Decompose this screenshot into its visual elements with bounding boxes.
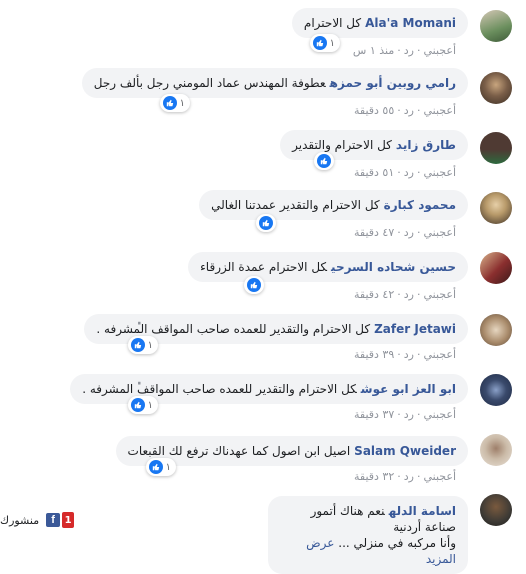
comment-meta: أعجبني·رد·٤٢ دقيقة xyxy=(353,288,456,301)
like-link[interactable]: أعجبني xyxy=(423,44,456,57)
comment-text-line2: وأنا مركبه في منزلي ... xyxy=(338,536,456,550)
comment-text: اصيل ابن اصول كما عهدناك ترفع لك القبعات xyxy=(127,444,351,458)
like-link[interactable]: أعجبني xyxy=(423,408,456,421)
commenter-name[interactable]: اسامة الدله xyxy=(389,504,456,518)
comment-bubble: محمود كبارة كل الاحترام والتقدير عمدتنا ا… xyxy=(199,190,468,220)
reaction-count[interactable]: ١ xyxy=(127,396,158,414)
like-icon xyxy=(130,338,145,352)
like-icon xyxy=(130,398,145,412)
reaction-count[interactable]: ١ xyxy=(309,34,340,52)
comment-text: كل الاحترام والتقدير للعمده صاحب المواقف… xyxy=(82,382,357,396)
avatar[interactable] xyxy=(480,192,512,224)
share-label[interactable]: منشورك xyxy=(0,514,39,527)
avatar[interactable] xyxy=(480,10,512,42)
share-bar[interactable]: منشورك f 1 xyxy=(0,510,75,530)
comment-meta: أعجبني·رد·٣٩ دقيقة xyxy=(353,348,456,361)
reaction-count[interactable] xyxy=(244,276,264,294)
like-icon xyxy=(259,216,273,230)
timestamp[interactable]: ٤٢ دقيقة xyxy=(354,288,394,301)
avatar[interactable] xyxy=(480,374,512,406)
notification-badge: 1 xyxy=(62,512,75,528)
reply-link[interactable]: رد xyxy=(404,470,414,483)
comment-meta: أعجبني·رد·٥٥ دقيقة xyxy=(353,104,456,117)
timestamp[interactable]: ٥٥ دقيقة xyxy=(354,104,394,117)
reply-link[interactable]: رد xyxy=(404,44,414,57)
commenter-name[interactable]: رامي روبين أبو حمزه xyxy=(330,76,456,90)
commenter-name[interactable]: Ala'a Momani xyxy=(365,16,456,30)
like-icon xyxy=(148,460,163,474)
facebook-icon: f xyxy=(46,513,61,527)
comment-bubble: حسين شحاده السرحيكل الاحترام عمدة الزرقا… xyxy=(188,252,468,282)
commenter-name[interactable]: حسين شحاده السرحي xyxy=(331,260,456,274)
timestamp[interactable]: ٣٢ دقيقة xyxy=(354,470,394,483)
like-link[interactable]: أعجبني xyxy=(423,470,456,483)
more-options-icon[interactable]: · xyxy=(137,376,142,392)
avatar[interactable] xyxy=(480,252,512,284)
timestamp[interactable]: ٣٧ دقيقة xyxy=(354,408,394,421)
timestamp[interactable]: ٣٩ دقيقة xyxy=(354,348,394,361)
reply-link[interactable]: رد xyxy=(404,104,414,117)
comment-bubble: اسامة الدلهنعم هناك أتمور صناعة أردنية و… xyxy=(268,496,468,574)
more-options-icon[interactable]: · xyxy=(137,316,142,332)
reply-link[interactable]: رد xyxy=(404,348,414,361)
reaction-count[interactable]: ١ xyxy=(145,458,176,476)
comment-meta: أعجبني·رد·٣٧ دقيقة xyxy=(353,408,456,421)
avatar[interactable] xyxy=(480,314,512,346)
commenter-name[interactable]: ابو العز ابو عوش xyxy=(361,382,456,396)
reply-link[interactable]: رد xyxy=(404,166,414,179)
comment-text: كل الاحترام والتقدير xyxy=(292,138,392,152)
reaction-count[interactable] xyxy=(314,152,334,170)
comment-text: كل الاحترام والتقدير عمدتنا الغالي xyxy=(211,198,380,212)
avatar[interactable] xyxy=(480,132,512,164)
timestamp[interactable]: ٤٧ دقيقة xyxy=(354,226,394,239)
like-icon xyxy=(247,278,261,292)
reply-link[interactable]: رد xyxy=(404,408,414,421)
reaction-count[interactable]: ١ xyxy=(127,336,158,354)
like-link[interactable]: أعجبني xyxy=(423,288,456,301)
reaction-count[interactable]: ١ xyxy=(159,94,190,112)
avatar[interactable] xyxy=(480,494,512,526)
comment-text: عطوفة المهندس عماد المومني رجل بألف رجل xyxy=(93,76,326,90)
comment-meta: أعجبني·رد·منذ ١ س xyxy=(352,44,456,57)
timestamp[interactable]: منذ ١ س xyxy=(353,44,394,57)
reaction-count[interactable] xyxy=(256,214,276,232)
reply-link[interactable]: رد xyxy=(404,288,414,301)
like-icon xyxy=(162,96,177,110)
comment-text: كل الاحترام عمدة الزرقاء xyxy=(200,260,328,274)
comment-bubble: طارق زايد كل الاحترام والتقدير xyxy=(280,130,468,160)
comment-text: كل الاحترام xyxy=(303,16,362,30)
reply-link[interactable]: رد xyxy=(404,226,414,239)
comment-bubble: رامي روبين أبو حمزه عطوفة المهندس عماد ال… xyxy=(81,68,468,98)
like-link[interactable]: أعجبني xyxy=(423,226,456,239)
comment-meta: أعجبني·رد·٤٧ دقيقة xyxy=(353,226,456,239)
comment-meta: أعجبني·رد·٣٢ دقيقة xyxy=(353,470,456,483)
comment-meta: أعجبني·رد·٥١ دقيقة xyxy=(353,166,456,179)
commenter-name[interactable]: طارق زايد xyxy=(396,138,456,152)
avatar[interactable] xyxy=(480,72,512,104)
timestamp[interactable]: ٥١ دقيقة xyxy=(354,166,394,179)
like-icon xyxy=(312,36,327,50)
like-link[interactable]: أعجبني xyxy=(423,104,456,117)
like-link[interactable]: أعجبني xyxy=(423,166,456,179)
commenter-name[interactable]: Salam Qweider xyxy=(354,444,456,458)
like-link[interactable]: أعجبني xyxy=(423,348,456,361)
commenter-name[interactable]: محمود كبارة xyxy=(384,198,456,212)
commenter-name[interactable]: Zafer Jetawi xyxy=(374,322,456,336)
like-icon xyxy=(317,154,331,168)
avatar[interactable] xyxy=(480,434,512,466)
